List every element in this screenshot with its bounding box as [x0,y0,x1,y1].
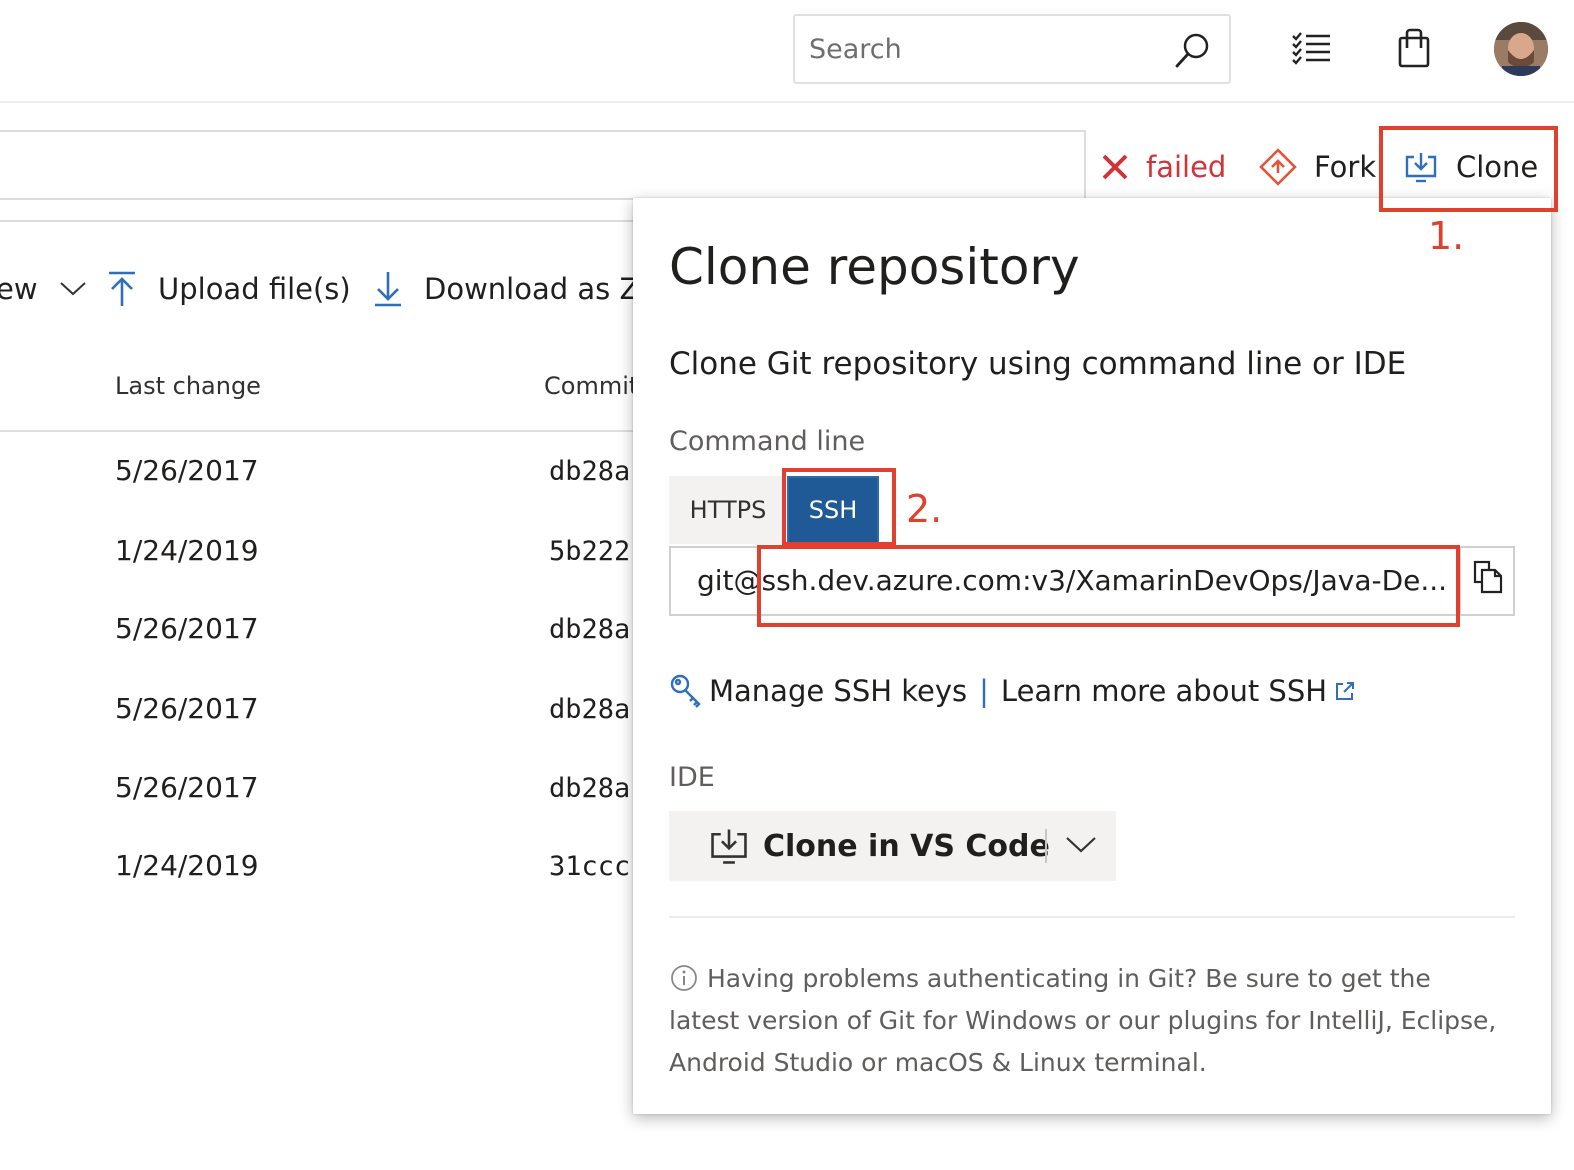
table-row-commit[interactable]: db28a [549,614,635,645]
panel-divider [669,916,1515,918]
divider [0,220,636,222]
upload-files-button[interactable]: Upload file(s) [106,264,351,314]
table-row-date: 5/26/2017 [115,771,259,804]
auth-help-note: Having problems authenticating in Git? B… [669,958,1499,1084]
search-input[interactable] [809,28,1159,70]
error-x-icon [1102,154,1128,180]
shopping-bag-icon[interactable] [1393,26,1437,70]
manage-ssh-keys-link[interactable]: Manage SSH keys [709,674,967,708]
command-line-label: Command line [669,426,866,457]
clone-repository-panel: Clone repository Clone Git repository us… [633,198,1551,1114]
column-header-commit[interactable]: Commit [544,372,636,400]
ide-label: IDE [669,762,715,793]
panel-title: Clone repository [669,238,1080,296]
chevron-down-icon [59,282,86,296]
split-divider [1045,829,1047,863]
table-row-commit[interactable]: 5b222 [549,536,635,567]
table-row-date: 5/26/2017 [115,692,259,725]
ssh-links: Manage SSH keys | Learn more about SSH [669,670,1357,712]
task-list-icon[interactable] [1290,27,1334,71]
learn-more-ssh-link[interactable]: Learn more about SSH [1001,674,1327,708]
panel-subtitle: Clone Git repository using command line … [669,346,1407,382]
annotation-box-clone [1379,126,1558,212]
key-icon [670,674,701,708]
download-label: Download as Zi [424,272,648,306]
column-header-last-change[interactable]: Last change [115,372,261,400]
table-row-date: 5/26/2017 [115,454,259,487]
annotation-box-url [757,545,1460,627]
table-row-commit[interactable]: 31ccc [549,851,635,882]
download-arrow-icon [375,272,401,307]
upload-arrow-icon [109,271,135,306]
table-row-date: 1/24/2019 [115,534,259,567]
clone-download-icon [711,829,747,864]
annotation-step-1: 1. [1428,214,1465,258]
auth-help-text: Having problems authenticating in Git? B… [669,964,1497,1077]
path-bar[interactable] [0,130,1086,200]
external-link-icon [1336,682,1355,700]
table-row-date: 5/26/2017 [115,612,259,645]
fork-label: Fork [1314,150,1377,184]
status-label: failed [1146,150,1227,184]
chevron-down-icon[interactable] [1065,833,1097,857]
view-dropdown[interactable]: ew [0,264,88,314]
copy-icon [1473,560,1503,594]
view-label: ew [0,272,38,306]
copy-url-button[interactable] [1459,546,1515,616]
pipeline-status[interactable]: failed [1100,142,1226,192]
table-row-commit[interactable]: db28a [549,773,635,804]
link-separator: | [979,674,989,708]
search-icon[interactable] [1173,30,1213,70]
avatar[interactable] [1494,22,1548,76]
fork-button[interactable]: Fork [1258,142,1376,192]
annotation-box-ssh [782,468,896,546]
annotation-step-2: 2. [906,487,943,531]
top-header [0,0,1574,103]
table-header-divider [0,430,636,432]
info-icon [671,965,697,991]
tab-https[interactable]: HTTPS [669,476,787,544]
table-row-commit[interactable]: db28a [549,456,635,487]
fork-icon [1259,148,1297,186]
search-box[interactable] [793,14,1231,84]
upload-label: Upload file(s) [158,272,351,306]
clone-in-vscode-button[interactable]: Clone in VS Code [669,811,1116,881]
clone-in-vscode-label: Clone in VS Code [763,828,1050,864]
download-zip-button[interactable]: Download as Zi [372,264,647,314]
table-row-commit[interactable]: db28a [549,694,635,725]
table-row-date: 1/24/2019 [115,849,259,882]
